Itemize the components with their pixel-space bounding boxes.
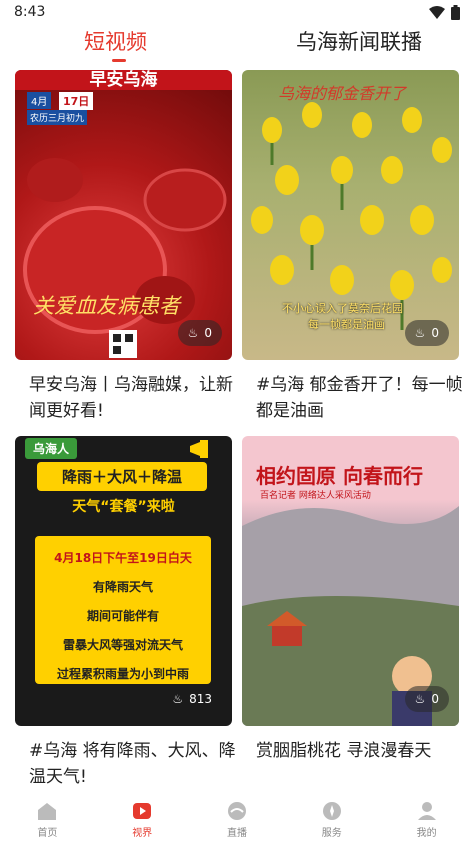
home-icon: [38, 803, 57, 820]
live-icon: [227, 802, 246, 820]
like-count-badge: ♨ 0: [177, 320, 222, 346]
thumb-line: 期间可能伴有: [86, 609, 159, 623]
status-time: 8:43: [14, 4, 46, 20]
thumb-title: 乌海的郁金香开了: [278, 84, 407, 103]
video-caption[interactable]: #乌海 郁金香开了！每一帧都是油画: [256, 372, 466, 424]
top-tabs: 短视频 乌海新闻联播: [0, 26, 474, 62]
thumb-line: 过程累积雨量为小到中雨: [56, 667, 189, 681]
thumb-day: 17日: [59, 92, 94, 110]
thumb-overlay: 关爱血友病患者: [33, 294, 180, 318]
thumb-forecast-box: 4月18日下午至19日白天 有降雨天气 期间可能伴有 雷暴大风等强对流天气 过程…: [35, 536, 211, 684]
video-thumbnail[interactable]: 乌海人 降雨＋大风＋降温 天气“套餐”来啦 4月18日下午至19日白天 有降雨天…: [15, 436, 232, 726]
status-icons: [429, 5, 460, 20]
like-count-badge: ♨ 0: [404, 320, 449, 346]
thumb-overlay-line1: 不小心误入了莫奈后花园: [282, 302, 403, 315]
thumb-month: 4月: [27, 92, 52, 109]
thumb-sub: 百名记者 网络达人采风活动: [260, 491, 371, 501]
thumb-line: 雷暴大风等强对流天气: [62, 638, 183, 652]
thumb-overlay-line2: 每一帧都是油画: [308, 318, 385, 331]
battery-icon: [451, 5, 460, 20]
thumb-line: 有降雨天气: [92, 580, 153, 594]
service-icon: [322, 802, 341, 820]
video-feed[interactable]: 早安乌海 4月 17日 农历三月初九 关爱血友病患者 ♨ 0 早安乌海丨乌海融媒…: [0, 70, 474, 794]
tab-wuhai-news[interactable]: 乌海新闻联播: [296, 26, 422, 56]
video-thumbnail[interactable]: 早安乌海 4月 17日 农历三月初九 关爱血友病患者 ♨ 0: [15, 70, 232, 360]
status-bar: 8:43: [0, 0, 474, 26]
flame-icon: ♨: [187, 326, 199, 340]
video-thumbnail[interactable]: 相约固原 向春而行 百名记者 网络达人采风活动 ♨ 0: [242, 436, 459, 726]
bottom-nav: 首页 视界 直播 服务 我的: [0, 796, 474, 844]
nav-profile[interactable]: 我的: [379, 796, 474, 844]
video-card[interactable]: 乌海人 降雨＋大风＋降温 天气“套餐”来啦 4月18日下午至19日白天 有降雨天…: [15, 436, 236, 794]
megaphone-icon: [190, 440, 208, 458]
flame-icon: ♨: [414, 692, 426, 706]
video-caption[interactable]: 早安乌海丨乌海融媒，让新闻更好看!: [29, 372, 239, 424]
video-card[interactable]: 早安乌海 4月 17日 农历三月初九 关爱血友病患者 ♨ 0 早安乌海丨乌海融媒…: [15, 70, 233, 430]
flame-icon: ♨: [414, 326, 426, 340]
video-caption[interactable]: #乌海 将有降雨、大风、降温天气!: [29, 738, 239, 790]
like-count-badge: ♨ 813: [172, 692, 212, 706]
profile-icon: [417, 802, 436, 820]
tab-indicator: [112, 59, 126, 62]
thumb-title: 相约固原 向春而行: [256, 464, 423, 488]
wifi-icon: [429, 5, 445, 19]
thumb-brand: 乌海人: [25, 438, 78, 459]
thumb-subhead: 天气“套餐”来啦: [72, 499, 175, 515]
video-caption[interactable]: 赏胭脂桃花 寻浪漫春天: [256, 738, 466, 764]
thumb-line: 4月18日下午至19日白天: [54, 551, 192, 565]
video-icon: [133, 803, 152, 819]
video-card[interactable]: 相约固原 向春而行 百名记者 网络达人采风活动 ♨ 0 赏胭脂桃花 寻浪漫春天: [242, 436, 459, 794]
flame-icon: ♨: [172, 692, 184, 706]
qr-code: [109, 330, 137, 358]
tab-short-video[interactable]: 短视频: [84, 26, 147, 56]
video-card[interactable]: 乌海的郁金香开了 不小心误入了莫奈后花园 每一帧都是油画 ♨ 0 #乌海 郁金香…: [242, 70, 463, 430]
thumb-lunar: 农历三月初九: [27, 110, 88, 125]
video-thumbnail[interactable]: 乌海的郁金香开了 不小心误入了莫奈后花园 每一帧都是油画 ♨ 0: [242, 70, 459, 360]
nav-home[interactable]: 首页: [0, 796, 95, 844]
like-count-badge: ♨ 0: [404, 686, 449, 712]
nav-video[interactable]: 视界: [95, 796, 190, 844]
nav-service[interactable]: 服务: [284, 796, 379, 844]
nav-live[interactable]: 直播: [190, 796, 285, 844]
thumb-title: 早安乌海: [15, 70, 232, 90]
thumb-headline: 降雨＋大风＋降温: [37, 462, 207, 491]
